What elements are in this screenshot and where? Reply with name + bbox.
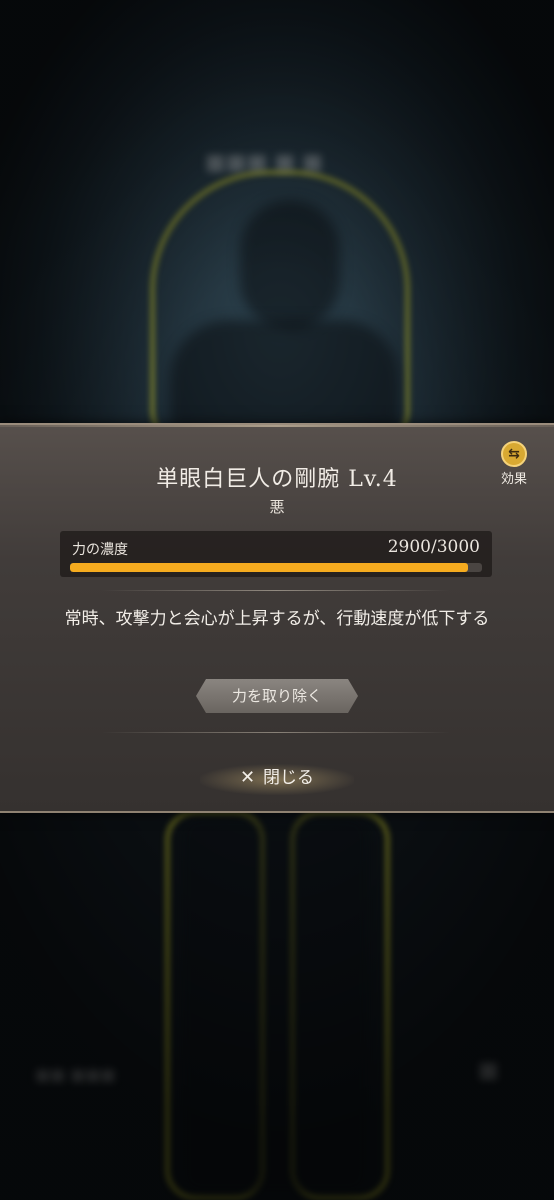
gauge-value: 2900/3000 [387,537,480,557]
remove-power-button[interactable]: 力を取り除く [196,679,358,713]
effect-label: 効果 [500,472,527,487]
gauge-label: 力の濃度 [72,542,128,558]
close-button[interactable]: ✕ 閉じる [200,761,354,795]
close-icon: ✕ [239,767,256,788]
effect-button[interactable]: ⇆ 効果 [494,441,534,487]
ability-description: 常時、攻撃力と会心が上昇するが、行動速度が低下する [64,609,490,629]
gauge-track [70,563,482,572]
close-label: 閉じる [263,768,315,788]
ability-dialog: 単眼白巨人の剛腕 Lv.4 悪 ⇆ 効果 力の濃度 2900/3000 常時、攻… [0,423,554,813]
divider [102,732,450,733]
swap-icon: ⇆ [501,441,527,467]
divider [102,590,450,591]
gauge-fill [70,563,469,572]
power-gauge: 力の濃度 2900/3000 [60,531,492,577]
ability-title: 単眼白巨人の剛腕 Lv.4 [156,467,398,492]
ability-attribute: 悪 [269,498,285,516]
